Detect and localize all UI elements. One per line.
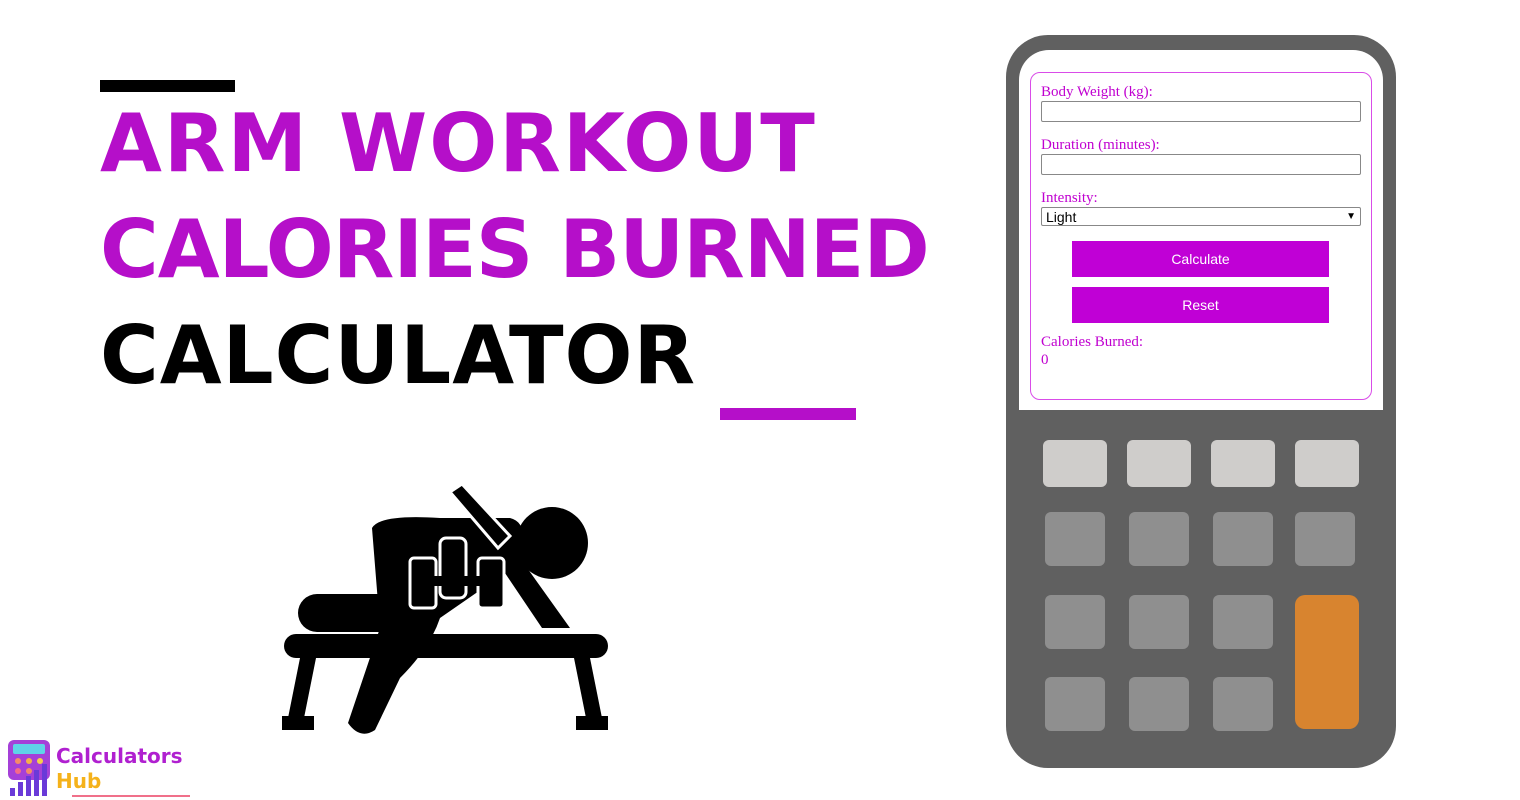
calc-key — [1043, 440, 1107, 487]
calc-key — [1129, 677, 1189, 731]
calculators-hub-logo: Calculators Hub — [6, 740, 196, 798]
title-line-1: Arm Workout — [100, 97, 817, 190]
calc-key — [1045, 595, 1105, 649]
calc-key — [1213, 595, 1273, 649]
title-line-3: Calculator — [100, 309, 697, 402]
title-line-2: Calories Burned — [100, 203, 930, 296]
calc-key — [1045, 677, 1105, 731]
calc-key — [1129, 512, 1189, 566]
calculator-logo-icon — [8, 740, 50, 796]
calc-key — [1045, 512, 1105, 566]
weight-label: Body Weight (kg): — [1041, 84, 1153, 100]
result-label: Calories Burned: — [1041, 334, 1144, 350]
duration-input[interactable] — [1041, 154, 1361, 175]
chevron-down-icon: ▼ — [1346, 211, 1356, 222]
duration-label: Duration (minutes): — [1041, 137, 1160, 153]
calc-key — [1213, 512, 1273, 566]
logo-underline — [72, 795, 190, 797]
calc-key — [1213, 677, 1273, 731]
intensity-value: Light — [1046, 208, 1077, 225]
calc-key — [1295, 440, 1359, 487]
result-value: 0 — [1041, 352, 1049, 368]
intensity-select[interactable]: Light ▼ — [1041, 207, 1361, 226]
intensity-label: Intensity: — [1041, 190, 1098, 206]
reset-button[interactable]: Reset — [1072, 287, 1329, 323]
decor-bar-top — [100, 80, 235, 92]
calc-key-equals — [1295, 595, 1359, 729]
calorie-form: Body Weight (kg): Duration (minutes): In… — [1030, 72, 1372, 400]
weight-input[interactable] — [1041, 101, 1361, 122]
calculator-screen: Body Weight (kg): Duration (minutes): In… — [1019, 50, 1383, 410]
calculator-device: Body Weight (kg): Duration (minutes): In… — [1006, 35, 1396, 768]
calc-key — [1211, 440, 1275, 487]
calc-key — [1129, 595, 1189, 649]
calculate-button[interactable]: Calculate — [1072, 241, 1329, 277]
logo-text-calculators: Calculators — [56, 744, 183, 768]
dumbbell-row-figure-icon — [282, 482, 608, 734]
calc-key — [1127, 440, 1191, 487]
calc-key — [1295, 512, 1355, 566]
decor-bar-bottom — [720, 408, 856, 420]
logo-text-hub: Hub — [56, 769, 102, 793]
